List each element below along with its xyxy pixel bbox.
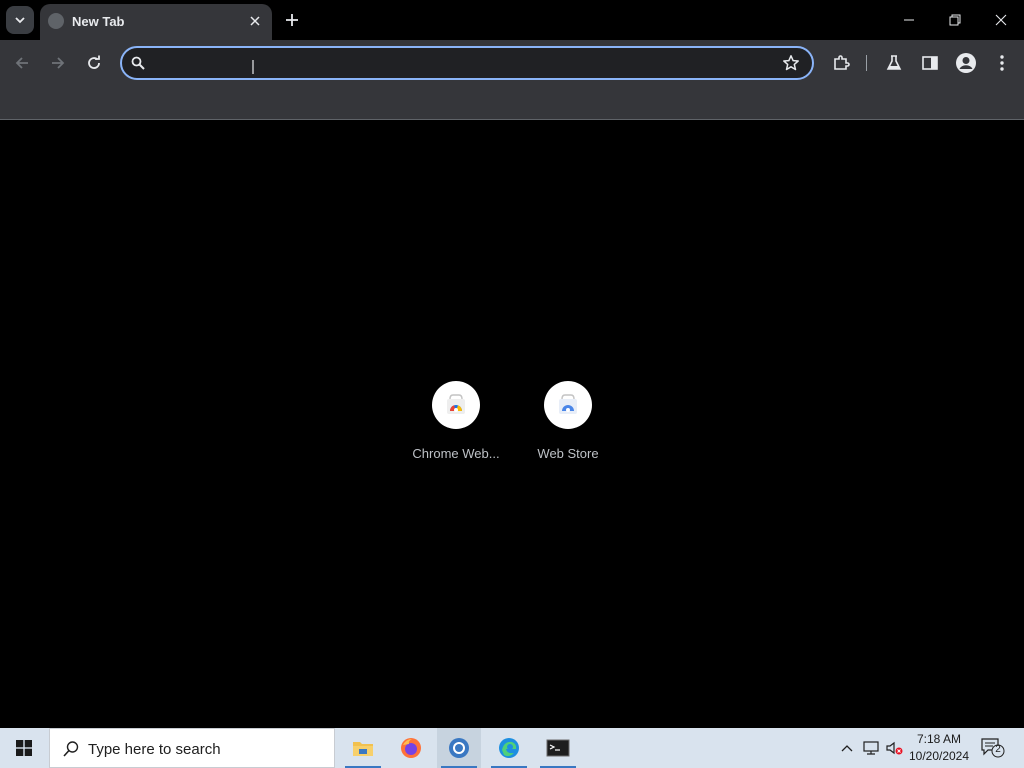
close-icon (995, 14, 1007, 26)
avatar-icon (956, 53, 976, 73)
new-tab-button[interactable] (280, 8, 304, 32)
start-button[interactable] (0, 728, 48, 768)
notification-icon (981, 738, 1005, 758)
shortcut-web-store[interactable]: Web Store (512, 379, 624, 469)
close-icon (250, 16, 260, 26)
restore-button[interactable] (932, 0, 978, 40)
restore-icon (949, 14, 961, 26)
chrome-web-store-icon (447, 394, 465, 414)
minimize-button[interactable] (886, 0, 932, 40)
notifications-button[interactable]: 2 (980, 736, 1006, 760)
volume-muted-icon (886, 741, 903, 755)
taskbar-file-explorer[interactable] (341, 728, 385, 768)
search-icon (131, 56, 145, 70)
profile-button[interactable] (953, 50, 979, 76)
volume-tray-icon[interactable] (884, 728, 906, 768)
arrow-right-icon (52, 57, 65, 69)
text-cursor-icon (252, 60, 254, 74)
new-tab-page: Chrome Web... Web Store (0, 121, 1024, 728)
arrow-left-icon (15, 57, 28, 69)
taskbar-search-placeholder: Type here to search (88, 741, 221, 758)
clock-time: 7:18 AM (916, 732, 962, 746)
tab-title: New Tab (72, 14, 125, 29)
shortcut-chrome-web-store[interactable]: Chrome Web... (400, 379, 512, 469)
bookmarks-bar (0, 86, 1024, 120)
taskbar: Type here to search 7:18 AM 10/20/2024 2 (0, 728, 1024, 768)
side-panel-icon (922, 56, 938, 70)
edge-icon (499, 738, 519, 758)
minimize-icon (904, 19, 914, 21)
forward-button[interactable] (45, 50, 71, 76)
labs-button[interactable] (881, 50, 907, 76)
taskbar-terminal[interactable] (536, 728, 580, 768)
chevron-up-icon (841, 745, 853, 752)
chrome-icon (449, 738, 469, 758)
toolbar-divider (866, 55, 867, 71)
globe-icon (48, 13, 64, 29)
menu-button[interactable] (989, 50, 1015, 76)
tab-search-button[interactable] (6, 6, 34, 34)
shortcut-label: Chrome Web... (412, 446, 500, 461)
taskbar-clock[interactable]: 7:18 AM 10/20/2024 (906, 731, 972, 765)
folder-icon (353, 742, 373, 756)
tab-strip: New Tab (0, 0, 1024, 40)
address-input[interactable] (154, 51, 774, 75)
terminal-icon (546, 739, 570, 757)
browser-window: New Tab Chrome Web... Web Store (0, 0, 1024, 728)
search-icon (63, 741, 79, 757)
browser-toolbar (0, 40, 1024, 86)
windows-logo-icon (16, 740, 32, 756)
tab-new-tab[interactable]: New Tab (40, 4, 272, 40)
taskbar-chrome[interactable] (437, 728, 481, 768)
reload-icon (88, 55, 100, 69)
close-window-button[interactable] (978, 0, 1024, 40)
taskbar-firefox[interactable] (389, 728, 433, 768)
shortcut-icon-container (544, 381, 592, 429)
taskbar-search-box[interactable]: Type here to search (49, 728, 335, 768)
clock-date: 10/20/2024 (908, 749, 970, 763)
reload-button[interactable] (81, 50, 107, 76)
chevron-down-icon (15, 17, 25, 24)
back-button[interactable] (9, 50, 35, 76)
notification-count-badge: 2 (995, 744, 1001, 755)
taskbar-edge[interactable] (487, 728, 531, 768)
side-panel-button[interactable] (917, 50, 943, 76)
tab-close-button[interactable] (246, 12, 264, 30)
firefox-icon (401, 738, 421, 758)
kebab-menu-icon (1000, 55, 1004, 71)
puzzle-icon (834, 55, 850, 70)
show-hidden-icons-button[interactable] (836, 728, 858, 768)
flask-icon (886, 55, 902, 70)
web-store-icon (559, 394, 577, 414)
address-bar[interactable] (120, 46, 814, 80)
extensions-button[interactable] (828, 50, 854, 76)
star-icon[interactable] (782, 54, 800, 72)
plus-icon (286, 14, 298, 26)
shortcut-label: Web Store (537, 446, 599, 461)
network-tray-icon[interactable] (860, 728, 882, 768)
shortcut-icon-container (432, 381, 480, 429)
network-icon (863, 741, 879, 755)
